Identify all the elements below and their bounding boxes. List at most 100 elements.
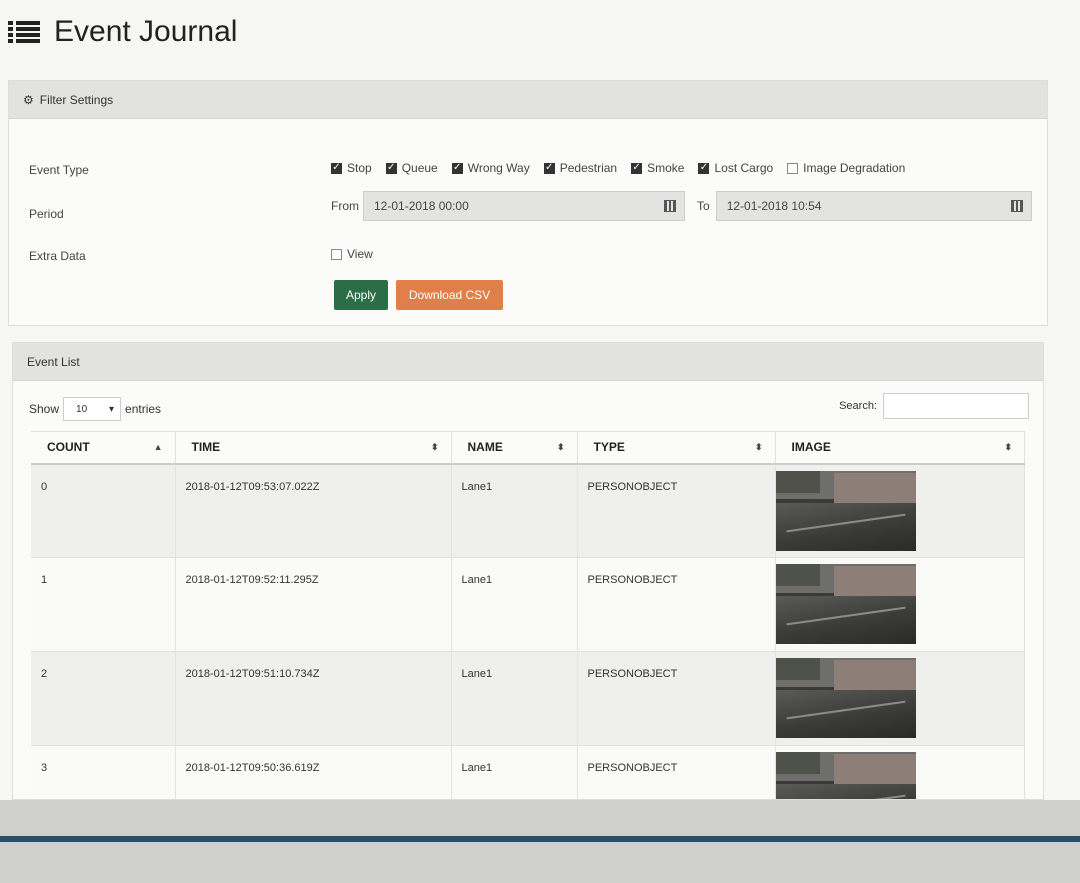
calendar-icon[interactable] (664, 200, 676, 212)
bezel-stripe (0, 836, 1080, 842)
table-row[interactable]: 0 2018-01-12T09:53:07.022Z Lane1 PERSONO… (31, 463, 1025, 558)
event-type-smoke[interactable]: ✓ Smoke (631, 161, 684, 175)
filter-settings-panel: ⚙ Filter Settings Event Type Period Extr… (8, 80, 1048, 326)
column-header-image[interactable]: IMAGE ⬍ (775, 431, 1025, 465)
cell-name: Lane1 (451, 463, 578, 558)
sort-icon: ⬍ (1004, 442, 1012, 452)
search-label: Search: (839, 400, 877, 412)
cell-count: 3 (31, 745, 176, 799)
list-icon[interactable] (8, 20, 40, 44)
column-header-count[interactable]: COUNT ▲ (31, 431, 176, 465)
event-list-panel: Event List Show 10 ▾ entries Search: COU… (12, 342, 1044, 800)
checkbox-label: Image Degradation (803, 161, 906, 175)
sort-icon: ⬍ (754, 442, 763, 452)
cell-image (775, 557, 1025, 652)
column-header-label: COUNT (47, 440, 90, 455)
page: Event Journal ⚙ Filter Settings Event Ty… (0, 0, 1080, 800)
event-type-queue[interactable]: ✓ Queue (385, 161, 438, 175)
cell-name: Lane1 (451, 651, 578, 746)
checkbox[interactable] (787, 162, 799, 174)
gears-icon: ⚙ (23, 92, 34, 107)
to-label: To (697, 199, 710, 213)
event-list-title: Event List (27, 354, 80, 369)
cell-image (775, 745, 1025, 799)
period-range: From 12-01-2018 00:00 To 12-01-2018 10:5… (331, 191, 1032, 221)
sort-icon: ⬍ (430, 442, 439, 452)
event-thumbnail[interactable] (775, 470, 916, 551)
cell-count: 2 (31, 651, 176, 746)
filter-settings-title: Filter Settings (39, 92, 114, 107)
extra-data-label: Extra Data (29, 249, 86, 263)
download-csv-button[interactable]: Download CSV (396, 280, 503, 310)
cell-image (775, 651, 1025, 746)
cell-count: 0 (31, 463, 176, 558)
apply-button[interactable]: Apply (334, 280, 388, 310)
to-datetime-value: 12-01-2018 10:54 (726, 199, 822, 213)
chevron-down-icon: ▾ (109, 403, 115, 415)
column-header-type[interactable]: TYPE ⬍ (577, 431, 776, 465)
page-title: Event Journal (54, 15, 238, 48)
event-list-header: Event List (13, 343, 1043, 381)
entries-select[interactable]: 10 ▾ (63, 397, 122, 421)
column-header-name[interactable]: NAME ⬍ (451, 431, 578, 465)
checkbox-label: Stop (347, 161, 372, 175)
monitor-bezel (0, 800, 1080, 883)
table-row[interactable]: 2 2018-01-12T09:51:10.734Z Lane1 PERSONO… (31, 651, 1025, 746)
from-datetime-value: 12-01-2018 00:00 (374, 199, 469, 213)
entries-length: Show 10 ▾ entries (29, 397, 161, 421)
sort-icon: ⬍ (556, 442, 565, 452)
column-header-time[interactable]: TIME ⬍ (175, 431, 452, 465)
event-type-label: Event Type (29, 163, 89, 177)
cell-type: PERSONOBJECT (577, 745, 776, 799)
column-header-label: NAME (467, 440, 503, 455)
checkbox[interactable]: ✓ (331, 162, 342, 174)
view-label: View (347, 247, 373, 261)
event-type-checkboxes: ✓ Stop ✓ Queue ✓ Wrong Way ✓ Pedestrian ✓ Smo… (331, 161, 905, 175)
checkbox-label: Queue (401, 161, 438, 175)
event-type-stop[interactable]: ✓ Stop (331, 161, 372, 175)
title-bar: Event Journal (8, 12, 237, 52)
show-label: Show (29, 402, 60, 416)
sort-asc-icon: ▲ (153, 442, 163, 452)
cell-time: 2018-01-12T09:51:10.734Z (175, 651, 452, 746)
checkbox[interactable]: ✓ (385, 162, 397, 174)
cell-type: PERSONOBJECT (577, 463, 776, 558)
checkbox[interactable]: ✓ (631, 162, 643, 174)
checkbox-label: Smoke (647, 161, 685, 175)
event-thumbnail[interactable] (775, 658, 916, 738)
cell-time: 2018-01-12T09:52:11.295Z (175, 557, 452, 652)
cell-name: Lane1 (451, 745, 578, 799)
checkbox[interactable]: ✓ (698, 162, 710, 174)
cell-time: 2018-01-12T09:50:36.619Z (175, 745, 452, 799)
checkbox[interactable] (331, 248, 342, 260)
table-row[interactable]: 1 2018-01-12T09:52:11.295Z Lane1 PERSONO… (31, 557, 1025, 652)
search-box: Search: (839, 393, 1029, 419)
event-type-pedestrian[interactable]: ✓ Pedestrian (543, 161, 617, 175)
from-datetime-input[interactable]: 12-01-2018 00:00 (363, 191, 685, 221)
column-header-label: TIME (191, 440, 221, 455)
search-input[interactable] (883, 393, 1029, 419)
column-header-label: IMAGE (791, 440, 831, 455)
event-type-lost-cargo[interactable]: ✓ Lost Cargo (698, 161, 773, 175)
calendar-icon[interactable] (1010, 200, 1023, 212)
table-row[interactable]: 3 2018-01-12T09:50:36.619Z Lane1 PERSONO… (31, 745, 1025, 799)
period-label: Period (29, 207, 64, 221)
checkbox-label: Wrong Way (467, 161, 530, 175)
filter-settings-header[interactable]: ⚙ Filter Settings (9, 81, 1047, 119)
checkbox[interactable]: ✓ (451, 162, 463, 174)
checkbox[interactable]: ✓ (543, 162, 555, 174)
cell-image (775, 463, 1025, 558)
checkbox-label: Lost Cargo (714, 161, 774, 175)
event-type-image-degradation[interactable]: Image Degradation (787, 161, 905, 175)
extra-data-view-checkbox[interactable]: View (331, 247, 373, 261)
column-header-label: TYPE (593, 440, 625, 455)
cell-count: 1 (31, 557, 176, 652)
entries-value: 10 (76, 403, 88, 415)
event-type-wrong-way[interactable]: ✓ Wrong Way (451, 161, 530, 175)
to-datetime-input[interactable]: 12-01-2018 10:54 (715, 191, 1032, 221)
event-thumbnail[interactable] (775, 564, 916, 644)
cell-type: PERSONOBJECT (577, 557, 776, 652)
cell-type: PERSONOBJECT (577, 651, 776, 746)
event-thumbnail[interactable] (775, 752, 916, 799)
from-label: From (331, 199, 359, 213)
